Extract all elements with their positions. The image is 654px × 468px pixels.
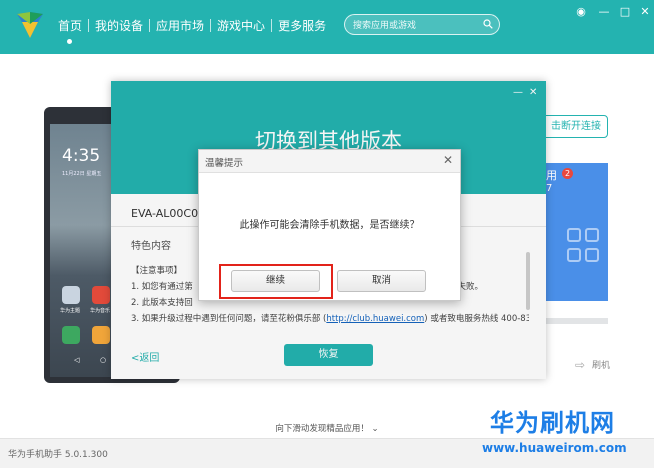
app-card-text: 7 [546, 183, 553, 194]
storage-progress [544, 318, 608, 324]
theme-app-icon [62, 286, 80, 304]
confirm-dialog: 温馨提示 ✕ 此操作可能会清除手机数据，是否继续？ 继续 取消 [198, 149, 461, 301]
continue-button[interactable]: 继续 [231, 270, 320, 292]
main-nav: 首页 我的设备 应用市场 游戏中心 更多服务 [52, 16, 332, 44]
contacts-app-icon [92, 326, 110, 344]
dialog-title: 温馨提示 [205, 158, 244, 169]
music-app-icon [92, 286, 110, 304]
top-bar: 首页 我的设备 应用市场 游戏中心 更多服务 搜索应用或游戏 ◉ — □ ✕ [0, 0, 654, 54]
flash-icon: ⇨ [575, 358, 586, 372]
back-key-icon: ◁ [74, 356, 80, 364]
nav-app-market[interactable]: 应用市场 [150, 17, 210, 34]
minimize-icon[interactable]: — [597, 5, 611, 19]
scroll-hint-text: 向下滑动发现精品应用！ [275, 424, 369, 434]
huawei-assistant-logo-icon [17, 12, 43, 38]
nav-my-devices[interactable]: 我的设备 [89, 17, 149, 34]
flash-label[interactable]: 刷机 [592, 358, 610, 371]
dialog-message: 此操作可能会清除手机数据，是否继续？ [239, 220, 420, 231]
cancel-button[interactable]: 取消 [337, 270, 426, 292]
search-input[interactable]: 搜索应用或游戏 [344, 14, 500, 35]
disconnect-button[interactable]: 击断开连接 [538, 115, 608, 138]
maximize-icon[interactable]: □ [618, 5, 632, 19]
app-card-text: 用 [546, 169, 557, 182]
dialog-close-icon[interactable]: ✕ [443, 153, 453, 167]
search-placeholder: 搜索应用或游戏 [353, 21, 417, 31]
nav-home[interactable]: 首页 [52, 17, 88, 44]
app-label: 华为主题 [60, 308, 81, 314]
watermark-title: 华为刷机网 [490, 409, 615, 437]
phone-app-icon [62, 326, 80, 344]
search-icon[interactable] [483, 19, 493, 29]
skin-icon[interactable]: ◉ [574, 5, 588, 19]
chevron-down-icon: ⌄ [371, 424, 379, 434]
home-key-icon: ○ [100, 356, 107, 364]
watermark-url: www.huaweirom.com [482, 441, 627, 455]
nav-game-center[interactable]: 游戏中心 [211, 17, 271, 34]
app-version: 华为手机助手 5.0.1.300 [8, 450, 108, 460]
app-label: 华为音乐 [90, 308, 111, 314]
notification-badge: 2 [562, 168, 573, 179]
apps-grid-icon [567, 228, 599, 262]
dialog-header: 温馨提示 ✕ [199, 150, 460, 173]
close-icon[interactable]: ✕ [638, 5, 652, 19]
nav-more-services[interactable]: 更多服务 [272, 17, 332, 34]
app-card[interactable]: 用 2 7 [544, 163, 608, 301]
phone-clock: 4:35 [62, 146, 101, 166]
phone-date: 11月22日 星期五 [62, 171, 102, 177]
